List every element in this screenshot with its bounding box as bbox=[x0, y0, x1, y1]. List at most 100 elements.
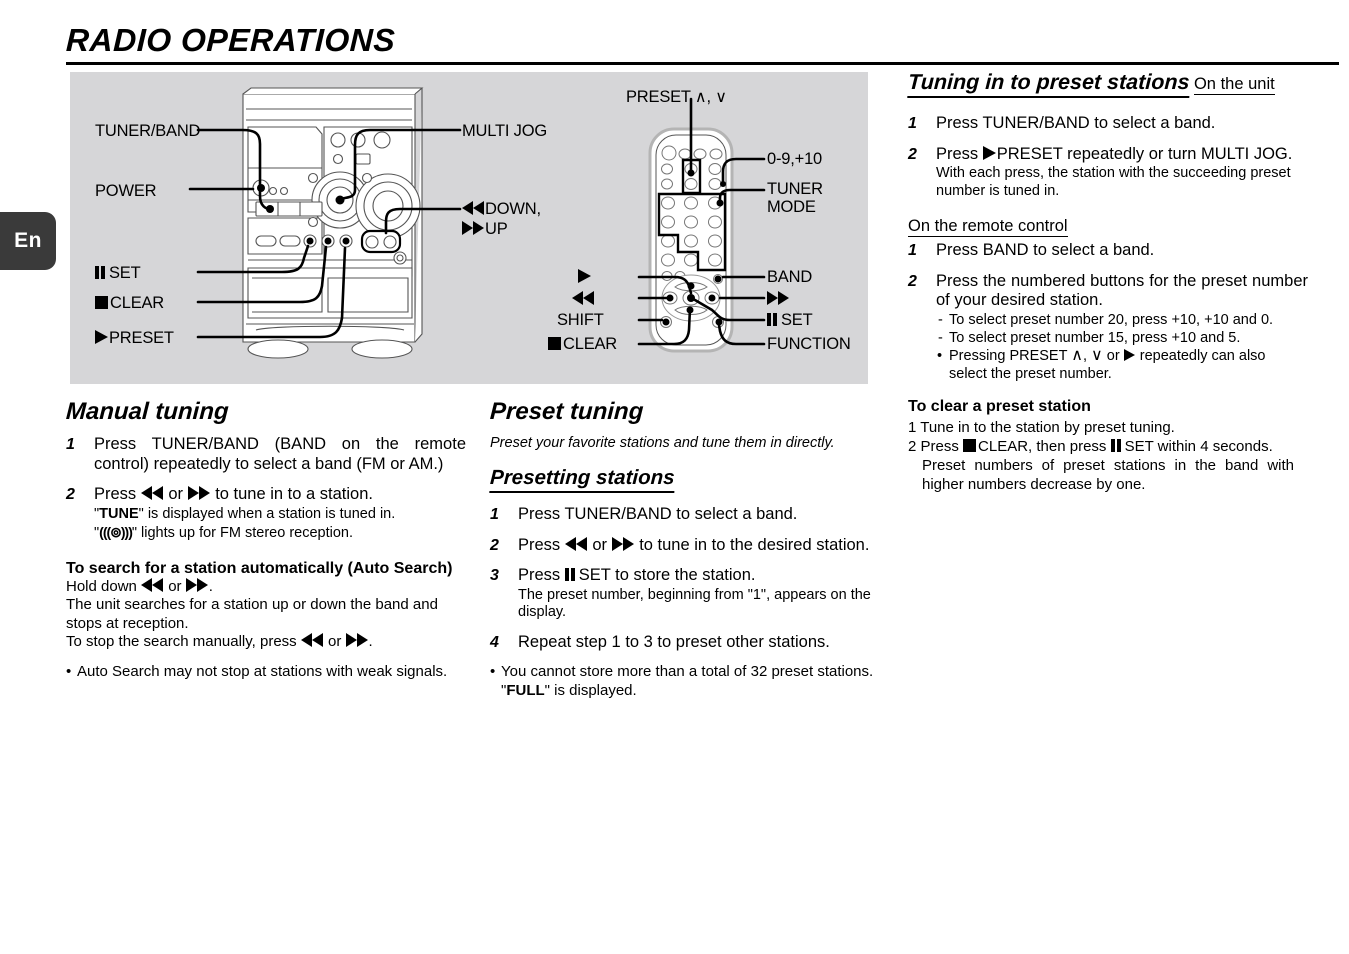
list-item: 2 Press or to tune in to the desired sta… bbox=[490, 536, 882, 556]
step-number: 1 bbox=[490, 506, 499, 523]
list-item: 3 Press SET to store the station. The pr… bbox=[490, 566, 882, 622]
play-icon bbox=[95, 330, 108, 344]
figure-label-fast-forward bbox=[767, 290, 790, 308]
title-divider bbox=[66, 62, 1339, 65]
step-number: 2 bbox=[490, 536, 499, 554]
rewind-icon bbox=[462, 201, 484, 215]
stop-icon bbox=[548, 337, 561, 350]
figure-label-remote-clear: CLEAR bbox=[548, 335, 617, 353]
chevron-down-icon: ∨ bbox=[1091, 346, 1103, 364]
manual-tuning-steps: 1 Press TUNER/BAND (BAND on the remote c… bbox=[66, 435, 466, 543]
rewind-icon bbox=[300, 633, 323, 647]
rewind-icon bbox=[572, 291, 594, 305]
list-item: 1 Press BAND to select a band. bbox=[908, 241, 1308, 261]
auto-search-line-2: The unit searches for a station up or do… bbox=[66, 596, 438, 632]
figure-label-tuner-mode-line2: MODE bbox=[767, 198, 816, 216]
step-note-succeeding: With each press, the station with the su… bbox=[936, 165, 1291, 199]
figure-label-power: POWER bbox=[95, 182, 157, 200]
manual-tuning-heading: Manual tuning bbox=[65, 398, 230, 425]
page-title: RADIO OPERATIONS bbox=[65, 22, 396, 58]
auto-search-bullet: Auto Search may not stop at stations wit… bbox=[66, 663, 466, 682]
figure-label-tuner-mode-line1: TUNER bbox=[767, 180, 823, 198]
preset-tuning-section: Preset tuning Preset your favorite stati… bbox=[489, 398, 882, 700]
step-text: Repeat step 1 to 3 to preset other stati… bbox=[518, 632, 830, 651]
play-icon bbox=[982, 145, 996, 160]
rewind-icon bbox=[141, 577, 164, 592]
fm-stereo-icon: (((⊚))) bbox=[99, 524, 133, 540]
step-number: 1 bbox=[908, 115, 917, 132]
clear-preset-step-2: 2 Press CLEAR, then press SET within 4 s… bbox=[908, 437, 1273, 455]
step-number: 3 bbox=[490, 567, 499, 584]
play-icon bbox=[578, 269, 591, 283]
auto-search-line-1: Hold down or . bbox=[66, 577, 213, 595]
tuning-in-heading: Tuning in to preset stations bbox=[907, 70, 1191, 98]
list-item: 2 Press the numbered buttons for the pre… bbox=[908, 272, 1308, 383]
step-note-stereo: "(((⊚)))" lights up for FM stereo recept… bbox=[94, 524, 353, 541]
step-text: Press SET to store the station. bbox=[518, 566, 756, 584]
figure-label-clear: CLEAR bbox=[95, 294, 164, 312]
figure-label-play bbox=[578, 268, 592, 286]
step-text: Press the numbered buttons for the prese… bbox=[936, 271, 1308, 310]
figure-label-number-buttons: 0-9,+10 bbox=[767, 150, 823, 168]
step-text: Press TUNER/BAND (BAND on the remote con… bbox=[94, 435, 466, 473]
clear-preset-note: Preset numbers of preset stations in the… bbox=[922, 456, 1294, 493]
figure-label-shift: SHIFT bbox=[557, 311, 604, 329]
preset-bullet-line-2: select the preset number. bbox=[949, 365, 1112, 382]
preset-dash-line-2: To select preset number 15, press +10 an… bbox=[936, 329, 1308, 347]
chevron-down-icon: ∨ bbox=[715, 89, 727, 106]
chevron-up-icon: ∧ bbox=[694, 89, 707, 106]
figure-label-rewind bbox=[572, 290, 595, 308]
chevron-up-icon: ∧ bbox=[1071, 346, 1083, 364]
language-tab: En bbox=[0, 212, 56, 270]
fast-forward-icon bbox=[185, 577, 208, 592]
figure-label-function: FUNCTION bbox=[767, 335, 851, 353]
list-item: 2 Press or to tune in to a station. "TUN… bbox=[66, 485, 466, 543]
step-note-preset-number: The preset number, beginning from "1", a… bbox=[518, 586, 871, 621]
step-number: 2 bbox=[908, 145, 917, 163]
preset-tuning-heading: Preset tuning bbox=[489, 398, 645, 425]
rewind-icon bbox=[140, 486, 163, 500]
clear-preset-step-1: 1 Tune in to the station by preset tunin… bbox=[908, 418, 1175, 436]
manual-tuning-section: Manual tuning 1 Press TUNER/BAND (BAND o… bbox=[65, 398, 466, 682]
stop-icon bbox=[95, 296, 108, 309]
fast-forward-icon bbox=[187, 486, 210, 500]
fast-forward-icon bbox=[462, 221, 484, 235]
pause-icon bbox=[95, 266, 107, 279]
pause-icon bbox=[564, 568, 577, 581]
pause-icon bbox=[767, 313, 779, 326]
preset-dash-line-1: To select preset number 20, press +10, +… bbox=[936, 311, 1308, 329]
pause-icon bbox=[1110, 438, 1123, 452]
list-item: 1 Press TUNER/BAND to select a band. bbox=[908, 114, 1308, 134]
presetting-stations-heading: Presetting stations bbox=[489, 466, 676, 493]
fast-forward-icon bbox=[767, 291, 789, 305]
figure-label-multi-jog: MULTI JOG bbox=[462, 122, 547, 140]
list-item: 1 Press TUNER/BAND to select a band. bbox=[490, 505, 882, 525]
figure-label-preset-updown: PRESET ∧, ∨ bbox=[626, 88, 727, 106]
list-item: 1 Press TUNER/BAND (BAND on the remote c… bbox=[66, 435, 466, 474]
tuning-in-section: Tuning in to preset stations On the unit… bbox=[907, 70, 1308, 494]
figure-label-tuner-band: TUNER/BAND bbox=[95, 122, 201, 140]
step-number: 2 bbox=[66, 486, 75, 503]
rewind-icon bbox=[564, 536, 587, 551]
auto-search-heading: To search for a station automatically (A… bbox=[66, 559, 453, 577]
step-text: Press BAND to select a band. bbox=[936, 241, 1155, 259]
step-number: 1 bbox=[908, 242, 917, 259]
on-the-unit-steps: 1 Press TUNER/BAND to select a band. 2 P… bbox=[908, 114, 1308, 200]
figure-label-remote-set: SET bbox=[767, 311, 813, 329]
on-the-unit-heading: On the unit bbox=[1193, 75, 1275, 95]
presetting-steps: 1 Press TUNER/BAND to select a band. 2 P… bbox=[490, 505, 882, 652]
step-number: 2 bbox=[908, 272, 917, 290]
step-text: Press or to tune in to the desired stati… bbox=[518, 535, 870, 554]
language-tab-label: En bbox=[14, 229, 42, 252]
step-note-tune: "TUNE" is displayed when a station is tu… bbox=[94, 505, 396, 522]
step-text: Press TUNER/BAND to select a band. bbox=[936, 114, 1216, 132]
figure-label-set: SET bbox=[95, 264, 141, 282]
figure-label-up: UP bbox=[462, 220, 508, 238]
clear-preset-heading: To clear a preset station bbox=[908, 397, 1091, 415]
step-text: Press TUNER/BAND to select a band. bbox=[518, 505, 798, 523]
step-number: 4 bbox=[490, 633, 499, 651]
auto-search-line-3: To stop the search manually, press or . bbox=[66, 633, 373, 650]
fast-forward-icon bbox=[611, 536, 634, 551]
figure-label-down: DOWN, bbox=[462, 200, 541, 218]
preset-bullet-line: Pressing PRESET ∧, ∨ or repeatedly can a… bbox=[936, 347, 1308, 365]
